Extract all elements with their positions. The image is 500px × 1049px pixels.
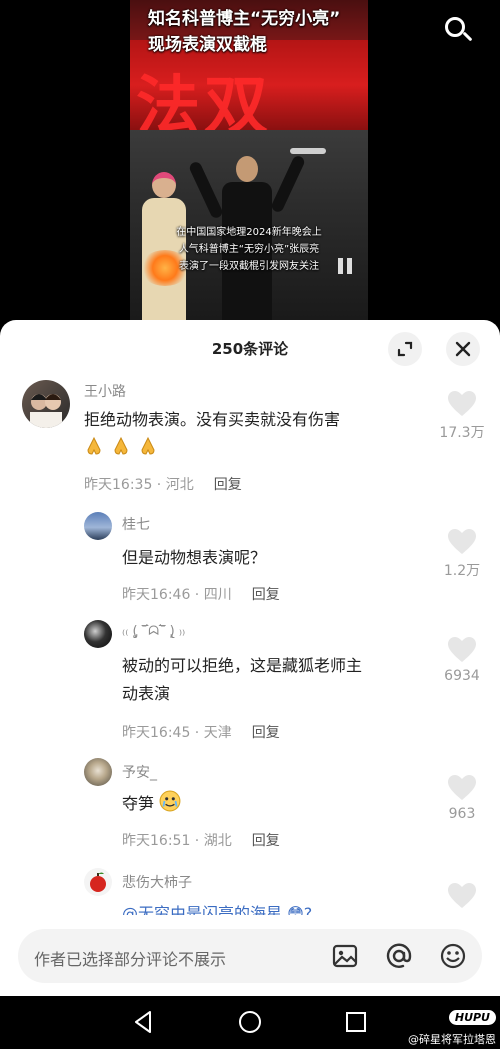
heart-icon (448, 775, 476, 800)
comment-sheet: 250条评论 王小路 拒绝动物表演。没有买卖就没有伤害 昨天16:35 · 河北… (0, 320, 500, 996)
comment-username[interactable]: 予安_ (122, 762, 157, 782)
comment-time-location: 昨天16:46 · 四川 (122, 587, 232, 603)
reply-item: 桂七 但是动物想表演呢？ 昨天16:46 · 四川 回复 1.2万 (0, 510, 500, 610)
video-caption-line1: 在中国国家地理2024新年晚会上 (176, 227, 322, 238)
video-title-line1: 知名科普博主“无穷小亮” (148, 9, 341, 29)
avatar[interactable] (84, 512, 112, 540)
comment-text-line: 被动的可以拒绝，这是藏狐老师主 (122, 656, 363, 675)
comment-time-location: 昨天16:45 · 天津 (122, 725, 232, 741)
heart-icon (448, 883, 476, 908)
reply-button[interactable]: 回复 (252, 725, 280, 741)
comment-input-bar: 作者已选择部分评论不展示 (0, 915, 500, 996)
comment-item: 王小路 拒绝动物表演。没有买卖就没有伤害 昨天16:35 · 河北 回复 17.3… (0, 374, 500, 504)
like-button[interactable] (432, 882, 492, 910)
like-count: 6934 (444, 668, 480, 684)
video-caption: 在中国国家地理2024新年晚会上 人气科普博主“无穷小亮”张辰亮 表演了一段双截… (142, 224, 356, 275)
recents-icon[interactable] (342, 1008, 370, 1036)
comment-meta: 昨天16:35 · 河北 回复 (84, 474, 242, 494)
reply-button[interactable]: 回复 (252, 833, 280, 849)
at-icon[interactable] (384, 941, 414, 971)
comment-time-location: 昨天16:51 · 湖北 (122, 833, 232, 849)
comment-text-line: 夺笋 (122, 794, 155, 813)
comment-text: 拒绝动物表演。没有买卖就没有伤害 (84, 406, 424, 462)
comment-username[interactable]: 桂七 (122, 514, 150, 534)
video-caption-line2: 人气科普博主“无穷小亮”张辰亮 (178, 244, 320, 255)
avatar[interactable] (84, 758, 112, 786)
home-icon[interactable] (236, 1008, 264, 1036)
comment-username[interactable]: 王小路 (84, 381, 126, 401)
like-count: 17.3万 (439, 425, 485, 441)
watermark-text: @碎星将军拉塔恩 (408, 1033, 496, 1046)
expand-button[interactable] (388, 332, 422, 366)
heart-icon (448, 529, 476, 554)
comment-text-line: 拒绝动物表演。没有买卖就没有伤害 (84, 410, 341, 429)
avatar[interactable] (22, 380, 70, 428)
comment-meta: 昨天16:46 · 四川 回复 (122, 584, 280, 604)
comment-time-location: 昨天16:35 · 河北 (84, 477, 194, 493)
expand-icon (397, 341, 413, 357)
video-caption-line3: 表演了一段双截棍引发网友关注 (179, 261, 319, 272)
avatar[interactable] (84, 620, 112, 648)
comment-text: 被动的可以拒绝，这是藏狐老师主 动表演 (122, 652, 442, 708)
search-icon[interactable] (440, 12, 480, 52)
like-button[interactable]: 963 (432, 774, 492, 822)
close-icon (455, 341, 471, 357)
heart-icon (448, 637, 476, 662)
emoji-row (84, 434, 424, 462)
comment-text: 夺笋 (122, 790, 422, 818)
like-button[interactable]: 17.3万 (432, 390, 492, 442)
comment-username[interactable]: 悲伤大柿子 (122, 872, 192, 892)
video-area[interactable]: 法双 知名科普博主“无穷小亮” 现场表演双截棍 在中国国家地理2024新年晚会上… (0, 0, 500, 330)
heart-icon (448, 391, 476, 416)
reply-item: ₍₍ (̨̡ ‾᷄ᗣ‾᷅ )̧̢ ₎₎ 被动的可以拒绝，这是藏狐老师主 动表演 … (0, 618, 500, 748)
hupu-logo: HUPU (448, 1010, 496, 1025)
like-button[interactable]: 6934 (432, 636, 492, 684)
watermark: HUPU @碎星将军拉塔恩 (392, 1006, 496, 1047)
reply-item: 予安_ 夺笋 昨天16:51 · 湖北 回复 963 (0, 756, 500, 856)
comment-meta: 昨天16:51 · 湖北 回复 (122, 830, 280, 850)
avatar[interactable] (84, 868, 112, 896)
video-title-line2: 现场表演双截棍 (148, 35, 267, 55)
cry-smile-emoji-icon (159, 790, 181, 812)
emoji-icon[interactable] (438, 941, 468, 971)
pray-emoji-icon (114, 436, 128, 455)
video-frame[interactable]: 法双 知名科普博主“无穷小亮” 现场表演双截棍 在中国国家地理2024新年晚会上… (130, 0, 368, 320)
comment-input-placeholder: 作者已选择部分评论不展示 (34, 950, 227, 969)
pray-emoji-icon (141, 436, 155, 455)
comment-input[interactable]: 作者已选择部分评论不展示 (18, 929, 482, 983)
close-button[interactable] (446, 332, 480, 366)
comment-text: 但是动物想表演呢？ (122, 548, 267, 567)
comment-text-line: 动表演 (122, 684, 171, 703)
like-count: 1.2万 (443, 563, 481, 579)
video-title: 知名科普博主“无穷小亮” 现场表演双截棍 (148, 6, 358, 58)
comment-username[interactable]: ₍₍ (̨̡ ‾᷄ᗣ‾᷅ )̧̢ ₎₎ (122, 624, 185, 639)
like-count: 963 (448, 806, 476, 822)
like-button[interactable]: 1.2万 (432, 528, 492, 580)
nunchaku-stick (290, 148, 326, 154)
pray-emoji-icon (87, 436, 101, 455)
reply-button[interactable]: 回复 (252, 587, 280, 603)
image-icon[interactable] (330, 941, 360, 971)
comment-meta: 昨天16:45 · 天津 回复 (122, 722, 280, 742)
pause-icon[interactable] (335, 256, 355, 278)
back-icon[interactable] (130, 1008, 158, 1036)
comment-count-title: 250条评论 (211, 340, 289, 358)
reply-button[interactable]: 回复 (214, 477, 242, 493)
